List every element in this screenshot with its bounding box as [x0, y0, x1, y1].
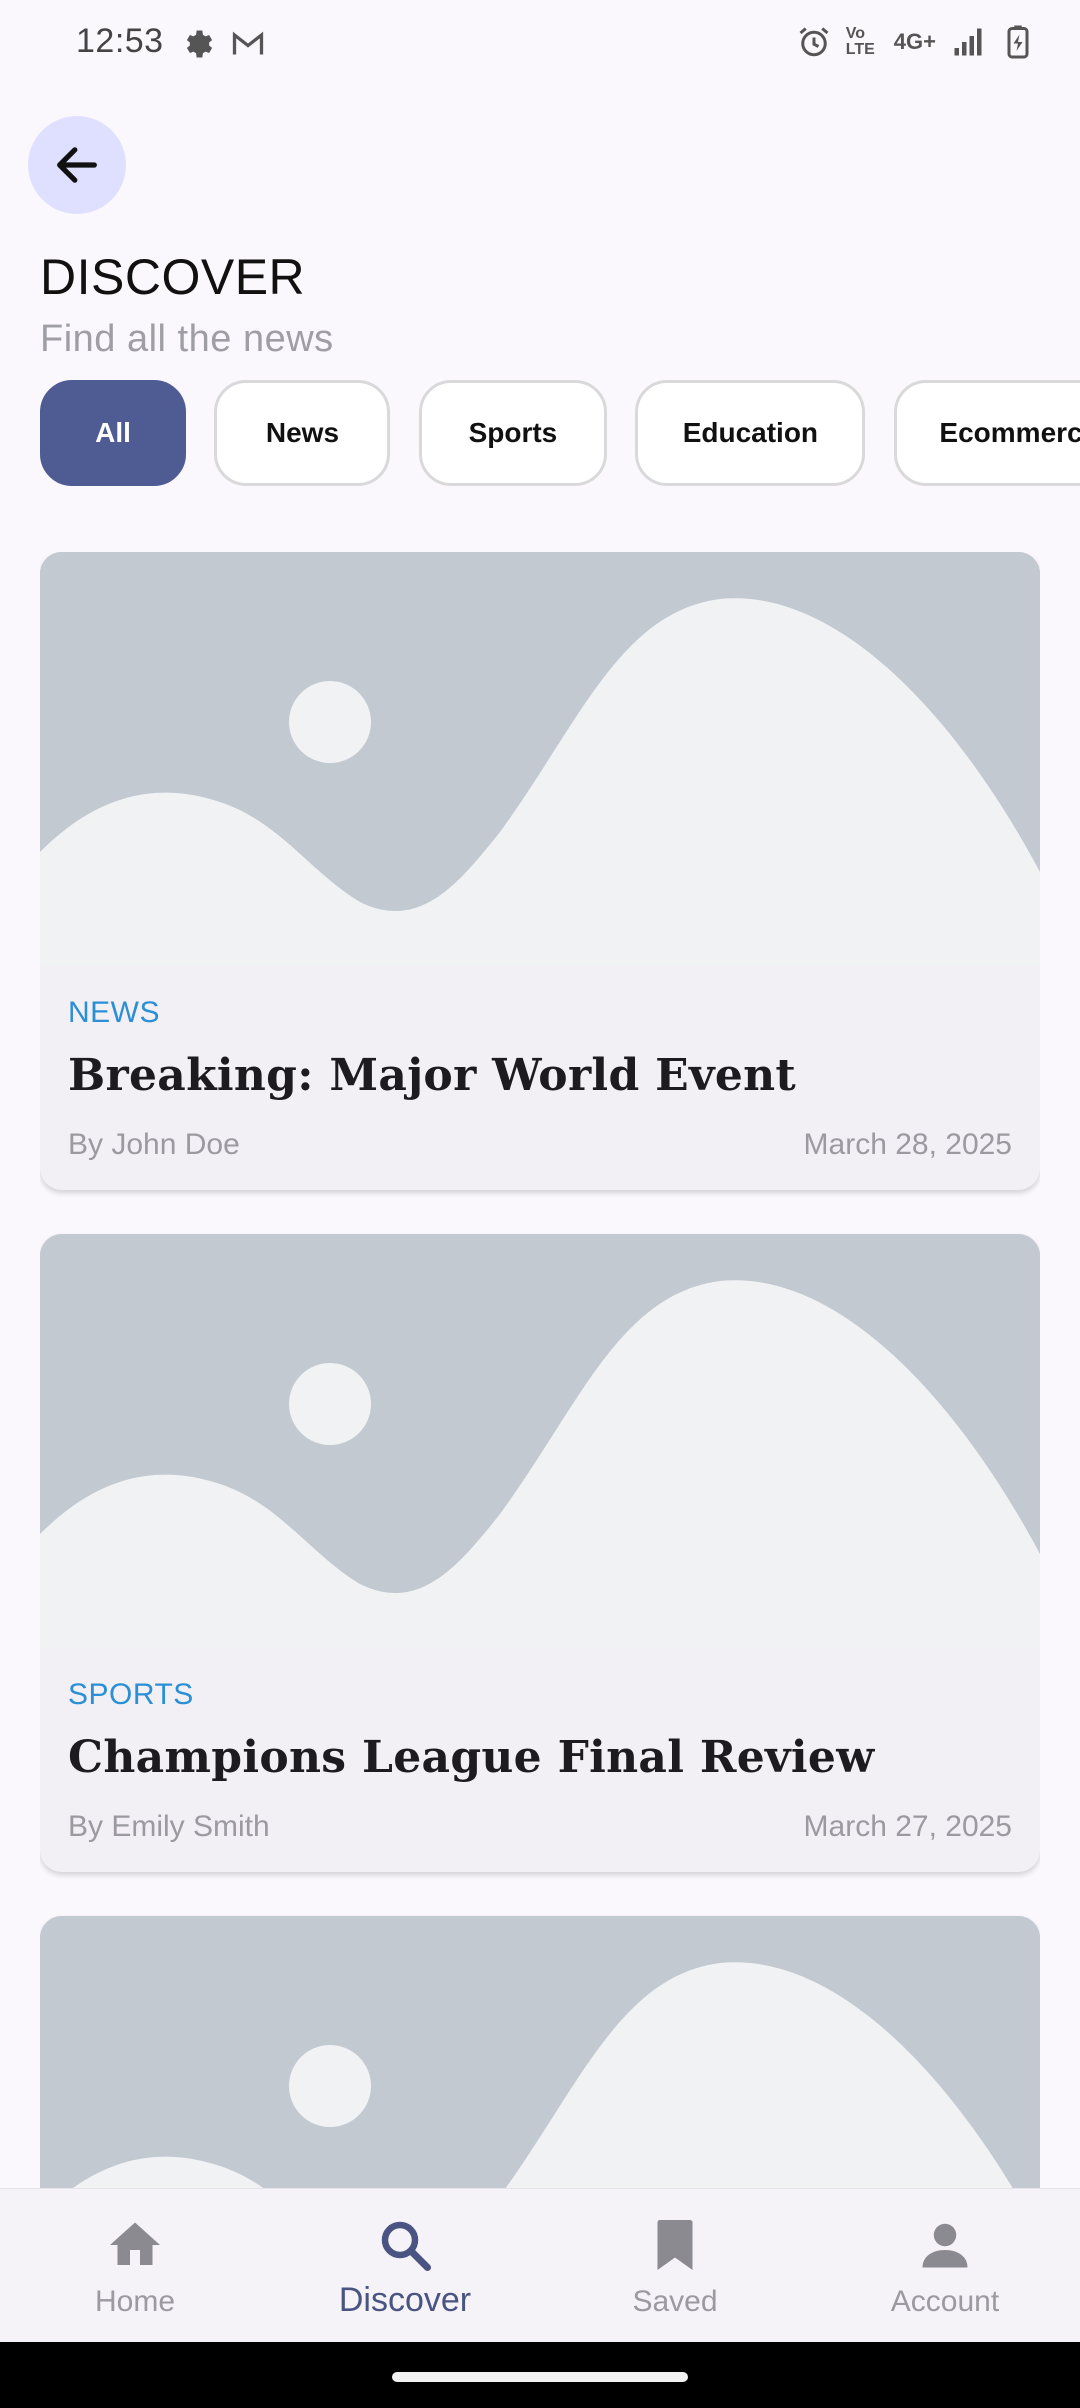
nav-account-label: Account — [890, 2285, 1000, 2318]
person-icon — [922, 2223, 968, 2268]
article-title[interactable]: Breaking: Major World Event — [68, 1050, 1012, 1101]
alarm-icon — [799, 27, 829, 57]
volte-label: Vo LTE — [845, 25, 875, 58]
page-subtitle: Find all the news — [40, 318, 334, 360]
news-feed[interactable]: NEWS Breaking: Major World Event By John… — [40, 552, 1040, 2188]
article-title[interactable]: Champions League Final Review — [68, 1732, 1012, 1783]
back-button[interactable] — [28, 116, 126, 214]
system-navigation-bar — [0, 2342, 1080, 2408]
settings-gear-icon — [186, 30, 213, 58]
chip-education[interactable]: Education — [635, 380, 866, 486]
image-placeholder-icon — [40, 1234, 1040, 1648]
article-card[interactable] — [40, 1916, 1040, 2188]
network-label: 4G+ — [893, 29, 936, 54]
page-title: DISCOVER — [40, 249, 306, 305]
status-bar: 12:53 Vo LTE 4G+ — [0, 0, 1080, 90]
chip-sports[interactable]: Sports — [418, 380, 607, 486]
battery-charging-icon — [1007, 25, 1029, 59]
article-date: March 27, 2025 — [803, 1810, 1012, 1843]
nav-home[interactable]: Home — [0, 2189, 270, 2342]
home-indicator[interactable] — [392, 2372, 688, 2382]
home-icon — [110, 2222, 160, 2265]
article-category: SPORTS — [68, 1678, 194, 1711]
image-placeholder-icon — [40, 552, 1040, 966]
article-date: March 28, 2025 — [803, 1128, 1012, 1161]
nav-account[interactable]: Account — [810, 2189, 1080, 2342]
chip-ecommerce[interactable]: Ecommerce — [893, 380, 1080, 486]
bottom-navigation: Home Discover Saved Account — [0, 2188, 1080, 2342]
status-time: 12:53 — [76, 22, 164, 60]
gmail-icon — [232, 31, 264, 55]
chip-all[interactable]: All — [40, 380, 186, 486]
nav-discover-label: Discover — [338, 2281, 472, 2319]
article-author: By John Doe — [68, 1128, 240, 1161]
chip-news[interactable]: News — [214, 380, 391, 486]
nav-saved-label: Saved — [632, 2285, 718, 2318]
nav-home-label: Home — [94, 2285, 176, 2318]
article-author: By Emily Smith — [68, 1810, 270, 1843]
article-card[interactable]: NEWS Breaking: Major World Event By John… — [40, 552, 1040, 1190]
bookmark-icon — [657, 2220, 693, 2270]
category-chips: All News Sports Education Ecommerce — [40, 380, 1080, 490]
article-category: NEWS — [68, 996, 160, 1029]
search-icon — [381, 2221, 431, 2271]
article-card[interactable]: SPORTS Champions League Final Review By … — [40, 1234, 1040, 1872]
nav-discover[interactable]: Discover — [270, 2189, 540, 2342]
arrow-left-icon — [57, 147, 97, 183]
nav-saved[interactable]: Saved — [540, 2189, 810, 2342]
image-placeholder-icon — [40, 1916, 1040, 2188]
signal-icon — [954, 28, 982, 56]
